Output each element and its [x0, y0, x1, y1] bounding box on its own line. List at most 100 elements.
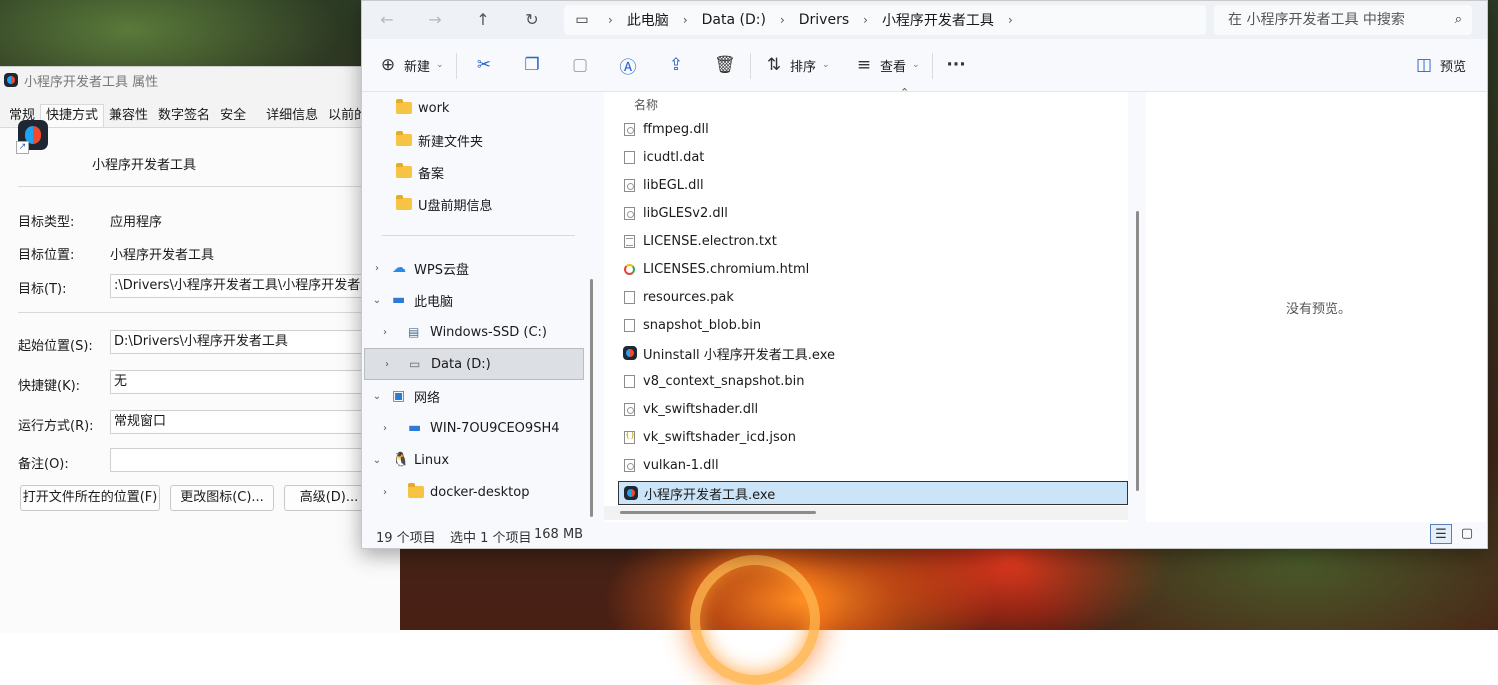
delete-button[interactable]: 🗑 [714, 53, 736, 77]
preview-pane-button[interactable]: ◫ 预览 [1414, 53, 1466, 77]
tab-digital-signature[interactable]: 数字签名 [153, 105, 215, 127]
file-row[interactable]: vk_swiftshader.dll [618, 397, 1128, 421]
nav-item-network-pc[interactable]: › ▬ WIN-7OU9CEO9SH4 [362, 412, 584, 444]
hotkey-label: 快捷键(K): [18, 379, 81, 394]
dialog-title: 小程序开发者工具 属性 [24, 74, 159, 90]
nav-item-docker-desktop[interactable]: › docker-desktop [362, 476, 584, 508]
file-name: vk_swiftshader_icd.json [643, 429, 796, 445]
tiles-view-icon[interactable]: ▢ [1456, 524, 1478, 544]
nav-item-network[interactable]: ⌄ ▣ 网络 [362, 380, 584, 412]
file-row[interactable]: resources.pak [618, 285, 1128, 309]
file-row[interactable]: LICENSES.chromium.html [618, 257, 1128, 281]
nav-label: Data (D:) [431, 356, 491, 372]
file-row[interactable]: vk_swiftshader_icd.json [618, 425, 1128, 449]
json-file-icon [624, 430, 635, 444]
nav-item-beian[interactable]: 备案 [362, 156, 584, 188]
linux-icon: 🐧 [392, 452, 410, 468]
breadcrumb-current-folder[interactable]: 小程序开发者工具 [876, 10, 1000, 30]
command-bar: ⊕ 新建 ⌄ ✂ ❐ ▢ Ⓐ ⇪ 🗑 ⇅ 排序 ⌄ ≡ 查看 ⌄ ··· ◫ 预… [362, 39, 1487, 92]
breadcrumb-data-d[interactable]: Data (D:) [696, 12, 772, 28]
comment-field[interactable] [110, 448, 400, 472]
file-list-scrollbar[interactable] [1136, 211, 1139, 491]
cut-button[interactable]: ✂ [474, 53, 494, 77]
nav-item-new-folder[interactable]: 新建文件夹 [362, 124, 584, 156]
tab-shortcut[interactable]: 快捷方式 [40, 104, 105, 127]
new-label: 新建 [404, 59, 431, 75]
file-row[interactable]: Uninstall 小程序开发者工具.exe [618, 341, 1128, 365]
file-row[interactable]: libGLESv2.dll [618, 201, 1128, 225]
nav-item-this-pc[interactable]: ⌄ ▬ 此电脑 [362, 284, 584, 316]
divider [18, 186, 400, 187]
change-icon-button[interactable]: 更改图标(C)... [170, 485, 274, 511]
search-input[interactable]: 在 小程序开发者工具 中搜索 ⌕ [1214, 5, 1472, 35]
file-name: vk_swiftshader.dll [643, 401, 759, 417]
back-icon[interactable]: ← [376, 9, 398, 31]
nav-item-data-d[interactable]: › ▭ Data (D:) [364, 348, 584, 380]
file-row-selected[interactable]: 小程序开发者工具.exe [618, 481, 1128, 505]
dll-file-icon [624, 458, 635, 472]
shortcut-pane: ↗ 小程序开发者工具 目标类型: 应用程序 目标位置: 小程序开发者工具 目标(… [0, 120, 400, 633]
item-count: 19 个项目 [376, 531, 436, 546]
tab-details[interactable]: 详细信息 [261, 105, 323, 127]
breadcrumb-drivers[interactable]: Drivers [793, 12, 855, 28]
paste-button[interactable]: ▢ [570, 53, 590, 77]
file-row[interactable]: ffmpeg.dll [618, 117, 1128, 141]
chrome-html-icon [624, 263, 635, 275]
paste-icon: ▢ [571, 55, 589, 75]
chevron-right-icon[interactable]: › [365, 359, 409, 370]
address-bar[interactable]: ▭ › 此电脑 › Data (D:) › Drivers › 小程序开发者工具… [564, 5, 1206, 35]
forward-icon[interactable]: → [424, 9, 446, 31]
column-header-name[interactable]: 名称 [634, 96, 658, 113]
sort-label: 排序 [790, 59, 817, 75]
hotkey-field[interactable]: 无 [110, 370, 400, 394]
toolbar-divider [750, 53, 751, 79]
nav-item-work[interactable]: work [362, 92, 584, 124]
file-row[interactable]: snapshot_blob.bin [618, 313, 1128, 337]
rename-button[interactable]: Ⓐ [618, 53, 638, 78]
file-row[interactable]: LICENSE.electron.txt [618, 229, 1128, 253]
nav-item-windows-ssd[interactable]: › ▤ Windows-SSD (C:) [362, 316, 584, 348]
chevron-down-icon[interactable]: ⌄ [362, 455, 392, 466]
nav-item-linux[interactable]: ⌄ 🐧 Linux [362, 444, 584, 476]
horizontal-scrollbar[interactable] [620, 511, 816, 514]
chevron-down-icon[interactable]: ⌄ [362, 391, 392, 402]
chevron-right-icon[interactable]: › [1000, 13, 1021, 27]
open-file-location-button[interactable]: 打开文件所在的位置(F) [20, 485, 160, 511]
file-row[interactable]: vulkan-1.dll [618, 453, 1128, 477]
up-icon[interactable]: ↑ [472, 9, 494, 31]
chevron-down-icon[interactable]: ⌄ [362, 295, 392, 306]
target-field[interactable]: :\Drivers\小程序开发者工具\小程序开发者工具 [110, 274, 400, 298]
details-view-icon[interactable]: ☰ [1430, 524, 1452, 544]
chevron-right-icon[interactable]: › [362, 263, 392, 274]
refresh-icon[interactable]: ↻ [521, 9, 543, 31]
nav-item-wps-cloud[interactable]: › ☁ WPS云盘 [362, 252, 584, 284]
run-select[interactable]: 常规窗口 [110, 410, 400, 434]
nav-label: docker-desktop [430, 484, 530, 500]
copy-button[interactable]: ❐ [522, 53, 542, 77]
breadcrumb-this-pc[interactable]: 此电脑 [621, 10, 675, 30]
nav-scrollbar[interactable] [590, 279, 593, 517]
sort-button[interactable]: ⇅ 排序 ⌄ [764, 53, 830, 77]
view-button[interactable]: ≡ 查看 ⌄ [854, 53, 920, 77]
file-row[interactable]: v8_context_snapshot.bin [618, 369, 1128, 393]
file-row[interactable]: icudtl.dat [618, 145, 1128, 169]
chevron-right-icon[interactable]: › [362, 327, 408, 338]
selected-size: 168 MB [534, 527, 584, 542]
file-row[interactable]: libEGL.dll [618, 173, 1128, 197]
new-button[interactable]: ⊕ 新建 ⌄ [378, 53, 444, 77]
file-name: libEGL.dll [643, 177, 704, 193]
nav-item-usb-info[interactable]: U盘前期信息 [362, 188, 584, 220]
navigation-bar: ← → ↑ ↻ ▭ › 此电脑 › Data (D:) › Drivers › … [362, 1, 1487, 39]
search-icon[interactable]: ⌕ [1455, 5, 1462, 35]
nav-label: 网络 [414, 390, 441, 406]
share-button[interactable]: ⇪ [666, 53, 686, 77]
tab-security[interactable]: 安全 [215, 105, 251, 127]
chevron-right-icon[interactable]: › [362, 487, 408, 498]
more-options-button[interactable]: ··· [946, 53, 966, 77]
file-explorer-window: ← → ↑ ↻ ▭ › 此电脑 › Data (D:) › Drivers › … [361, 0, 1488, 549]
nav-label: WIN-7OU9CEO9SH4 [430, 420, 560, 436]
tab-compatibility[interactable]: 兼容性 [104, 105, 153, 127]
chevron-right-icon[interactable]: › [362, 423, 408, 434]
start-in-field[interactable]: D:\Drivers\小程序开发者工具 [110, 330, 400, 354]
text-file-icon [624, 234, 635, 248]
